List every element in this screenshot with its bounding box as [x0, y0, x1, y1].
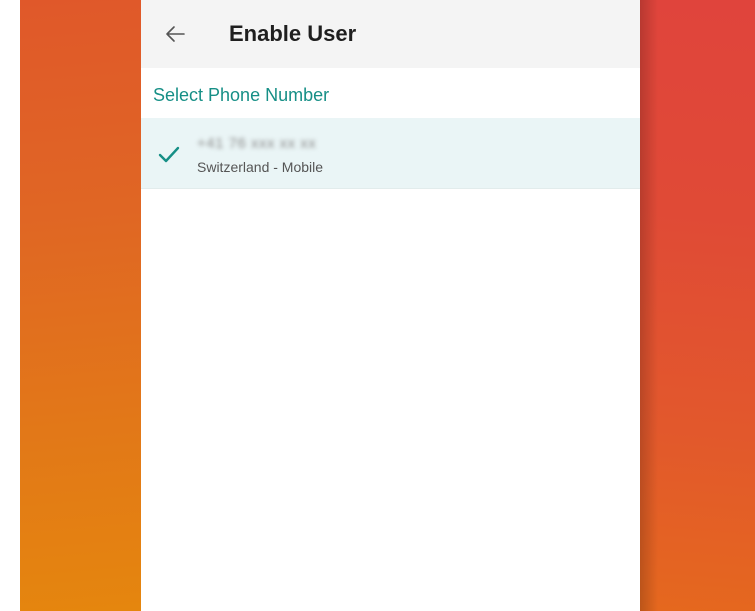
arrow-left-icon — [166, 26, 185, 42]
check-icon — [158, 146, 180, 163]
wallpaper-left — [0, 0, 141, 611]
screen-edge — [0, 0, 20, 611]
phone-screen: Enable User Select Phone Number +41 76 x… — [141, 0, 640, 611]
phone-number: +41 76 xxx xx xx — [197, 135, 317, 152]
panel-shadow — [640, 0, 658, 611]
phone-type: Switzerland - Mobile — [197, 159, 324, 175]
section-header: Select Phone Number — [153, 85, 330, 105]
app-bar: Enable User — [141, 0, 640, 68]
wallpaper-right — [640, 0, 755, 611]
phone-number-row[interactable]: +41 76 xxx xx xx Switzerland - Mobile — [141, 118, 640, 189]
back-button[interactable] — [157, 16, 193, 52]
page-title: Enable User — [229, 21, 357, 46]
